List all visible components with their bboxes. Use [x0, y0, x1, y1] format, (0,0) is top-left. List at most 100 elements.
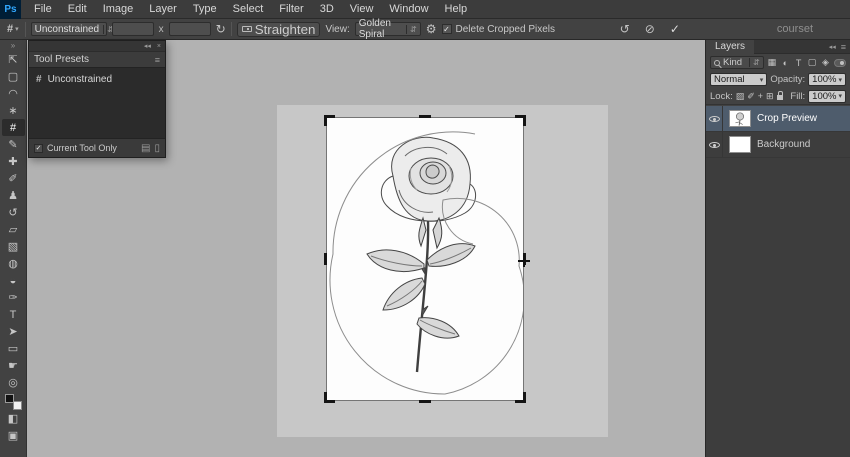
- shape-tool[interactable]: ▭: [2, 340, 25, 357]
- tools-panel: » ⇱ ▢ ◠ ∗ # ✎ ✚ ✐ ♟ ↺ ▱ ▧ ◍ ◒ ✑ T ➤ ▭ ☛ …: [0, 40, 27, 457]
- panel-collapse-icon[interactable]: ◂◂: [829, 43, 836, 51]
- delete-preset-icon[interactable]: ▯: [154, 143, 160, 154]
- cancel-crop-button[interactable]: ⊘: [645, 22, 655, 36]
- menu-help[interactable]: Help: [437, 0, 476, 19]
- marquee-tool[interactable]: ▢: [2, 68, 25, 85]
- eraser-tool[interactable]: ▱: [2, 221, 25, 238]
- brush-tool[interactable]: ✐: [2, 170, 25, 187]
- shape-filter-icon[interactable]: ▢: [807, 57, 817, 68]
- menu-image[interactable]: Image: [95, 0, 142, 19]
- lock-position-icon[interactable]: +: [758, 91, 763, 101]
- menu-filter[interactable]: Filter: [271, 0, 311, 19]
- layer-row-crop-preview[interactable]: Crop Preview: [706, 106, 850, 132]
- opacity-field[interactable]: 100% ▾: [808, 73, 846, 86]
- zoom-tool[interactable]: ◎: [2, 374, 25, 391]
- crop-settings-gear-icon[interactable]: ⚙: [426, 22, 437, 36]
- panel-close-icon[interactable]: ×: [157, 43, 161, 50]
- crop-handle-right[interactable]: [523, 253, 526, 265]
- crop-handle-bottom[interactable]: [419, 400, 431, 403]
- menu-view[interactable]: View: [342, 0, 382, 19]
- hand-tool[interactable]: ☛: [2, 357, 25, 374]
- crop-handle-top-left[interactable]: [324, 115, 335, 126]
- crop-tool[interactable]: #: [1, 119, 25, 136]
- dropdown-arrow-icon: ▾: [838, 76, 842, 84]
- crop-handle-top-right[interactable]: [515, 115, 526, 126]
- layer-row-background[interactable]: Background: [706, 132, 850, 158]
- lock-transparency-icon[interactable]: ▨: [736, 91, 745, 102]
- layers-tab[interactable]: Layers: [706, 39, 755, 54]
- quick-mask-button[interactable]: ◧: [2, 410, 25, 427]
- crop-width-input[interactable]: [111, 22, 154, 36]
- lock-pixels-icon[interactable]: ✐: [747, 91, 755, 102]
- new-preset-icon[interactable]: ▤: [141, 143, 150, 154]
- straighten-button[interactable]: Straighten: [236, 21, 321, 37]
- screen-mode-button[interactable]: ▣: [2, 427, 25, 444]
- foreground-background-colors[interactable]: [4, 394, 22, 410]
- quick-selection-tool[interactable]: ∗: [2, 102, 25, 119]
- delete-cropped-pixels-checkbox[interactable]: ✓ Delete Cropped Pixels: [441, 24, 555, 35]
- smart-object-filter-icon[interactable]: ◈: [820, 57, 830, 68]
- crop-handle-bottom-left[interactable]: [324, 392, 335, 403]
- pen-tool[interactable]: ✑: [2, 289, 25, 306]
- background-color-swatch[interactable]: [12, 401, 22, 410]
- foreground-color-swatch[interactable]: [4, 394, 14, 403]
- layer-filter-row: Kind ⇵ ▦ ◐ T ▢ ◈: [706, 54, 850, 71]
- panel-collapse-icon[interactable]: ◂◂: [144, 42, 151, 50]
- crop-tool-icon: #: [7, 23, 14, 35]
- menu-select[interactable]: Select: [225, 0, 272, 19]
- menu-layer[interactable]: Layer: [141, 0, 185, 19]
- tool-presets-tab[interactable]: Tool Presets ≡: [29, 52, 165, 67]
- crop-height-input[interactable]: [168, 22, 211, 36]
- healing-brush-tool[interactable]: ✚: [2, 153, 25, 170]
- menu-file[interactable]: File: [26, 0, 60, 19]
- overlay-select[interactable]: Golden Spiral ⇵: [354, 18, 421, 40]
- lock-fill-row: Lock: ▨ ✐ + ⊞ Fill: 100% ▾: [706, 88, 850, 105]
- blur-tool[interactable]: ◍: [2, 255, 25, 272]
- filter-toggle-switch[interactable]: [833, 58, 846, 67]
- adjustment-filter-icon[interactable]: ◐: [780, 58, 790, 68]
- panel-menu-icon[interactable]: ≡: [155, 55, 160, 65]
- search-icon: [714, 59, 720, 66]
- toolbar-collapse-icon[interactable]: »: [11, 40, 15, 51]
- reset-crop-button[interactable]: ↺: [620, 22, 630, 36]
- crop-handle-top[interactable]: [419, 115, 431, 118]
- current-tool-only-checkbox[interactable]: ✓: [34, 143, 43, 153]
- path-selection-tool[interactable]: ➤: [2, 323, 25, 340]
- fill-field[interactable]: 100% ▾: [808, 89, 846, 103]
- visibility-toggle[interactable]: [706, 132, 723, 157]
- tool-preset-item[interactable]: # Unconstrained: [29, 71, 165, 87]
- tool-presets-footer: ✓ Current Tool Only ▤ ▯: [29, 139, 165, 157]
- commit-crop-button[interactable]: ✓: [670, 22, 680, 36]
- blend-mode-select[interactable]: Normal ▾: [710, 73, 768, 86]
- layers-menu-icon[interactable]: ≡: [841, 42, 846, 52]
- lasso-tool[interactable]: ◠: [2, 85, 25, 102]
- type-tool[interactable]: T: [2, 306, 25, 323]
- menu-edit[interactable]: Edit: [60, 0, 95, 19]
- visibility-toggle[interactable]: [706, 106, 723, 131]
- menu-type[interactable]: Type: [185, 0, 225, 19]
- rotate-crop-icon[interactable]: ↻: [216, 22, 226, 36]
- layers-panel: Layers ◂◂ ≡ Kind ⇵ ▦ ◐ T ▢ ◈ Normal ▾ Op…: [705, 39, 850, 457]
- dropdown-arrow-icon: ▾: [838, 93, 842, 100]
- history-brush-tool[interactable]: ↺: [2, 204, 25, 221]
- dodge-tool[interactable]: ◒: [2, 272, 25, 289]
- crop-handle-bottom-right[interactable]: [515, 392, 526, 403]
- crop-ratio-select[interactable]: Unconstrained ⇵: [30, 22, 114, 36]
- lock-all-icon[interactable]: [776, 91, 784, 100]
- lock-artboard-icon[interactable]: ⊞: [766, 91, 774, 102]
- move-tool[interactable]: ⇱: [2, 51, 25, 68]
- clone-stamp-tool[interactable]: ♟: [2, 187, 25, 204]
- menu-window[interactable]: Window: [381, 0, 436, 19]
- layer-thumbnail[interactable]: [729, 110, 751, 127]
- crop-handle-left[interactable]: [324, 253, 327, 265]
- gradient-tool[interactable]: ▧: [2, 238, 25, 255]
- filter-kind-select[interactable]: Kind ⇵: [710, 56, 764, 69]
- eyedropper-tool[interactable]: ✎: [2, 136, 25, 153]
- opacity-value: 100%: [812, 74, 837, 85]
- pixel-layer-filter-icon[interactable]: ▦: [767, 57, 777, 68]
- menu-3d[interactable]: 3D: [312, 0, 342, 19]
- layer-thumbnail[interactable]: [729, 136, 751, 153]
- crop-box[interactable]: [324, 115, 530, 403]
- tool-preset-picker[interactable]: # ▾: [5, 21, 26, 37]
- type-filter-icon[interactable]: T: [793, 58, 803, 68]
